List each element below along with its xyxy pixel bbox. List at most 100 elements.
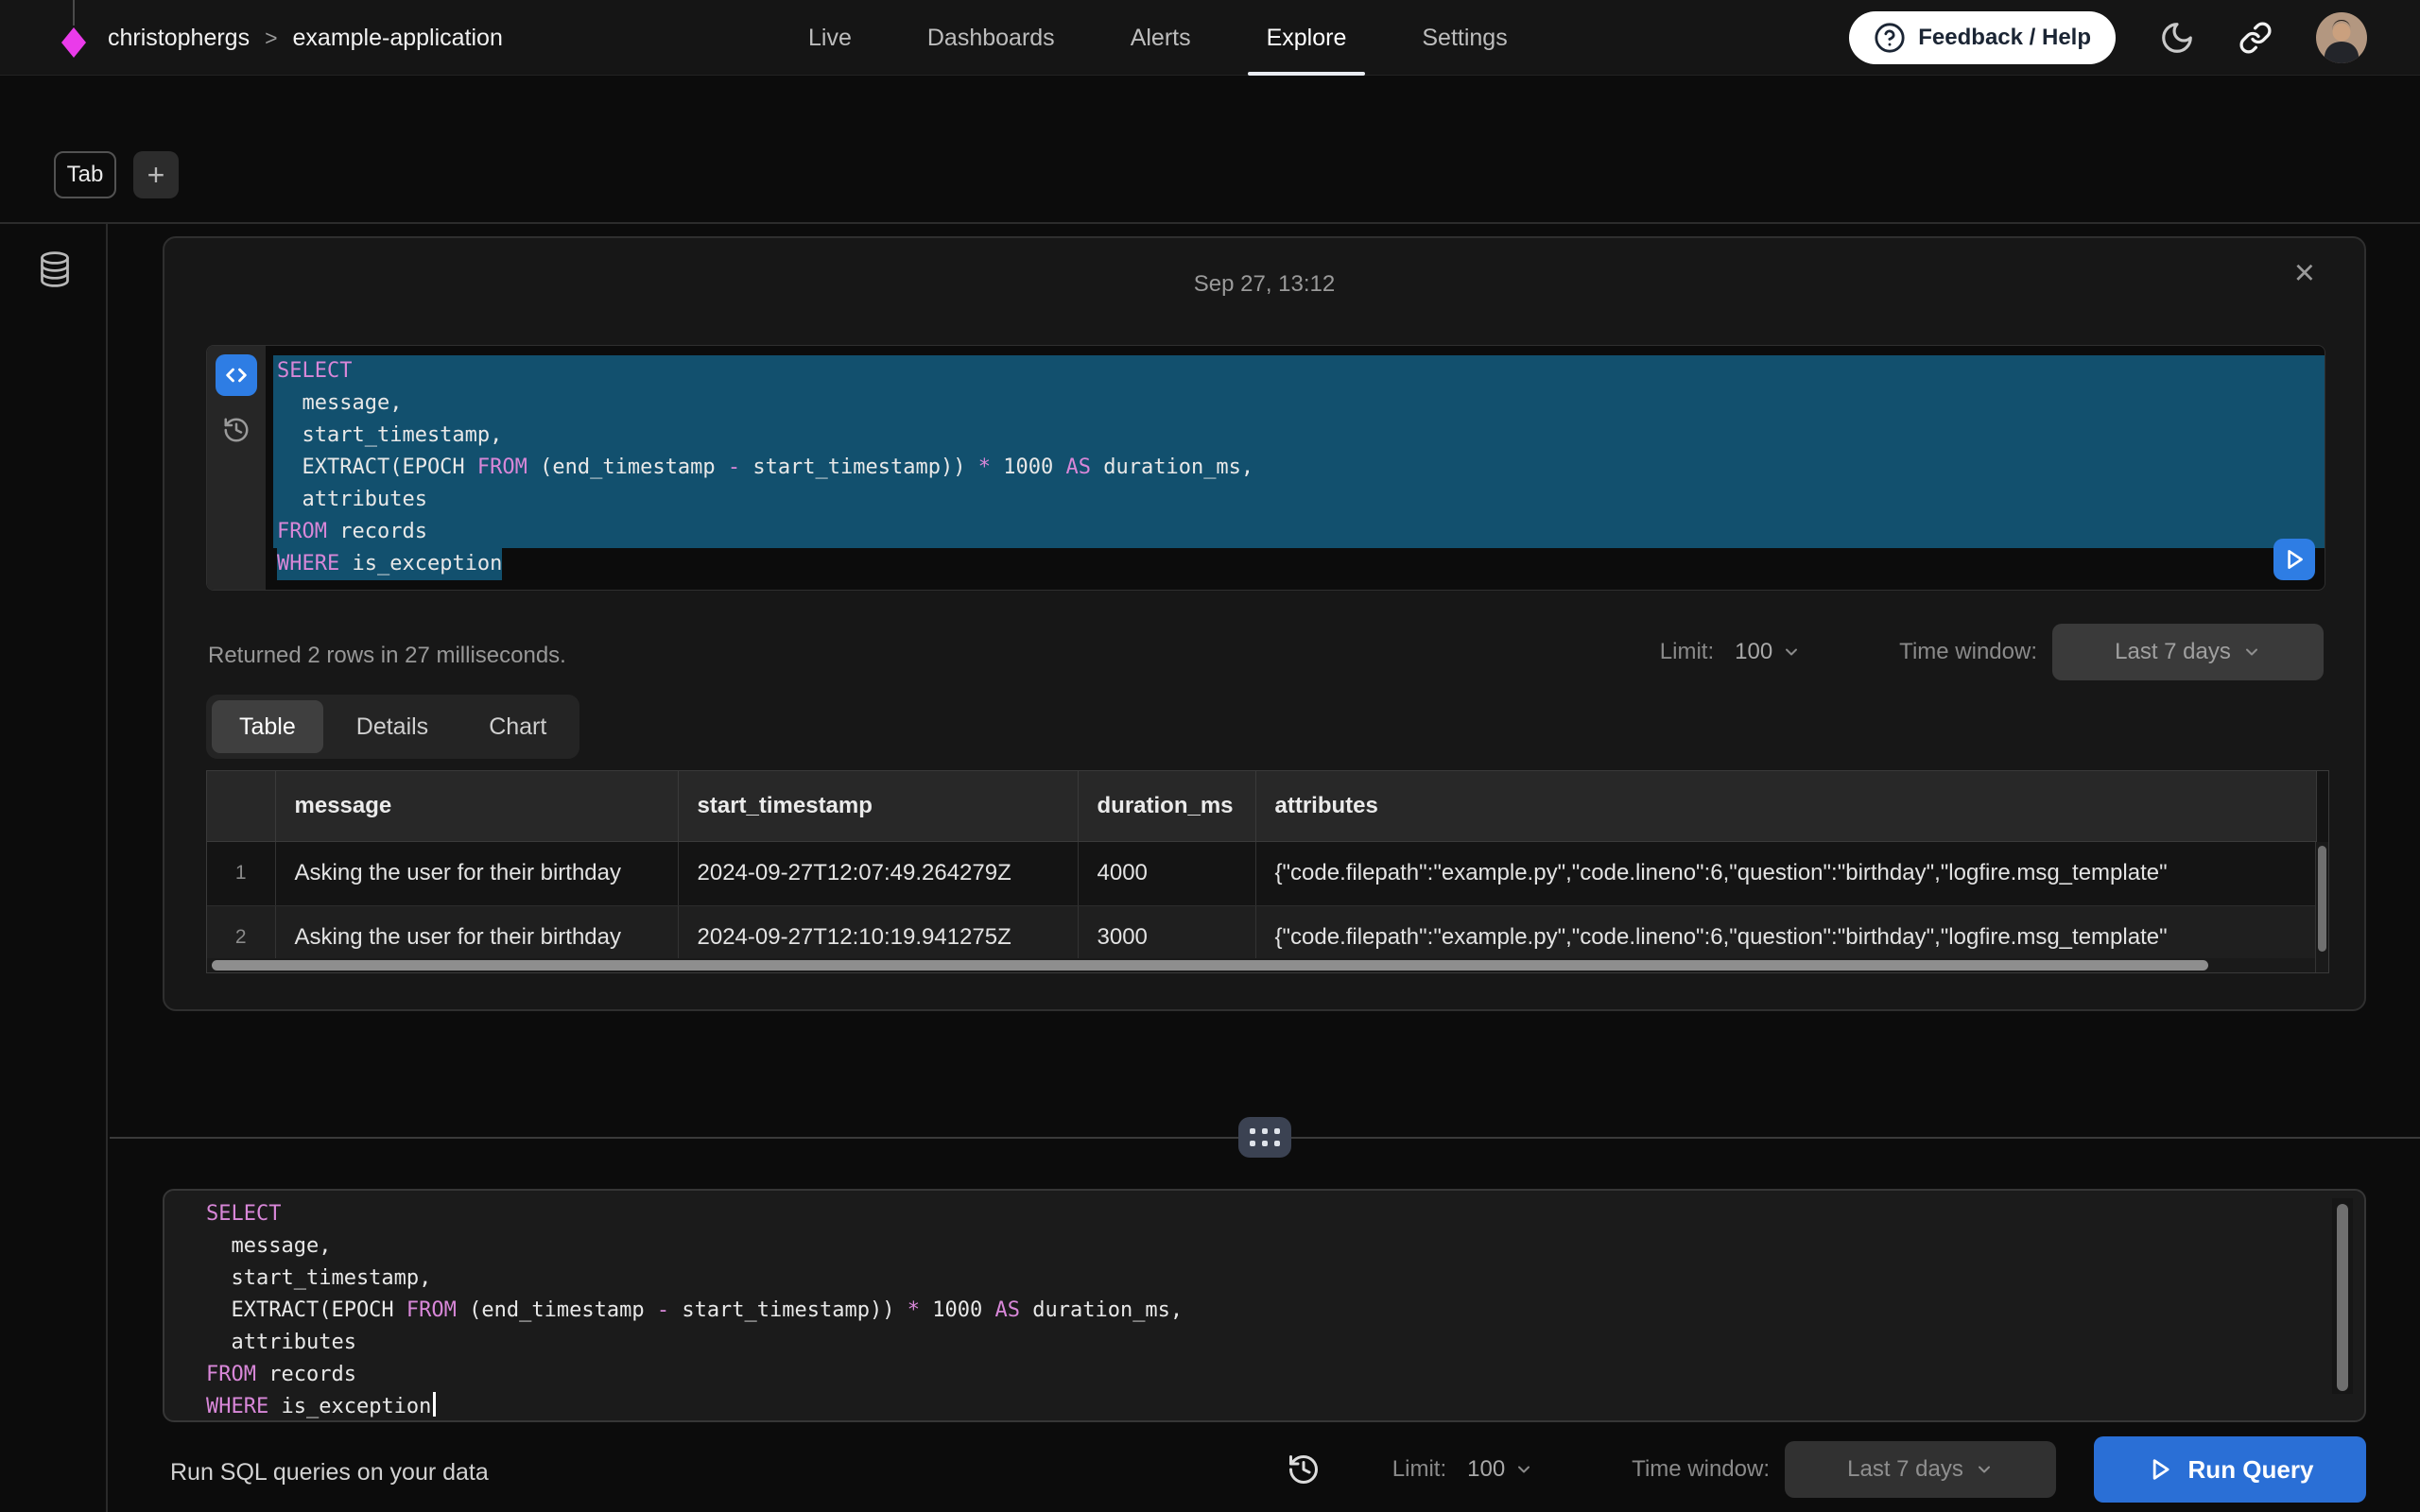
split-drag-handle[interactable]	[1238, 1117, 1291, 1158]
results-table: messagestart_timestampduration_msattribu…	[207, 771, 2317, 971]
logfire-logo-icon[interactable]	[59, 0, 89, 76]
limit-label: Limit:	[1660, 639, 1714, 665]
nav-item-explore[interactable]: Explore	[1267, 0, 1347, 76]
logo-line	[73, 0, 75, 26]
top-nav: christophergs > example-application Live…	[0, 0, 2420, 76]
code-line: FROM records	[273, 516, 2325, 548]
nav-right-group: Feedback / Help	[1849, 0, 2367, 76]
nav-item-dashboards[interactable]: Dashboards	[927, 0, 1055, 76]
code-line: SELECT	[273, 355, 2325, 387]
limit-label: Limit:	[1392, 1456, 1446, 1483]
table-horizontal-scrollbar-thumb[interactable]	[212, 960, 2208, 971]
code-line: FROM records	[202, 1359, 2298, 1391]
sql-editor-code[interactable]: SELECT message, start_timestamp, EXTRACT…	[202, 1198, 2298, 1423]
limit-select[interactable]: 100	[1735, 639, 1801, 665]
code-line: attributes	[273, 484, 2325, 516]
editor-vertical-scrollbar-thumb[interactable]	[2337, 1204, 2348, 1391]
editor-vertical-scrollbar[interactable]	[2332, 1198, 2353, 1394]
result-controls: Limit: 100 Time window: Last 7 days	[1660, 624, 2324, 680]
nav-item-alerts[interactable]: Alerts	[1131, 0, 1191, 76]
run-query-label: Run Query	[2188, 1455, 2314, 1485]
feedback-help-label: Feedback / Help	[1918, 25, 2091, 51]
results-table-container: messagestart_timestampduration_msattribu…	[206, 770, 2329, 973]
chevron-down-icon	[1514, 1460, 1533, 1479]
app-screen: christophergs > example-application Live…	[0, 0, 2420, 1512]
run-query-button[interactable]: Run Query	[2094, 1436, 2366, 1503]
rerun-query-button[interactable]	[2273, 539, 2315, 580]
cell-start_timestamp: 2024-09-27T12:07:49.264279Z	[678, 841, 1078, 905]
table-header-row: messagestart_timestampduration_msattribu…	[207, 771, 2317, 841]
share-link-button[interactable]	[2238, 21, 2273, 55]
left-sidebar	[0, 224, 108, 1512]
limit-value: 100	[1467, 1456, 1505, 1483]
table-vertical-scrollbar-thumb[interactable]	[2318, 846, 2326, 952]
breadcrumb-project[interactable]: example-application	[293, 25, 503, 52]
executed-query-block[interactable]: SELECT message, start_timestamp, EXTRACT…	[206, 345, 2325, 591]
query-timestamp: Sep 27, 13:12	[164, 271, 2364, 298]
query-history-button[interactable]	[1287, 1452, 1321, 1486]
row-number: 1	[207, 841, 275, 905]
cell-attributes: {"code.filepath":"example.py","code.line…	[1255, 841, 2317, 905]
table-body: 1Asking the user for their birthday2024-…	[207, 841, 2317, 970]
column-header-attributes: attributes	[1255, 771, 2317, 841]
help-circle-icon	[1874, 22, 1906, 54]
play-icon	[2147, 1456, 2173, 1483]
code-line: EXTRACT(EPOCH FROM (end_timestamp - star…	[202, 1295, 2298, 1327]
footer-controls: Limit: 100 Time window: Last 7 days Run …	[1287, 1435, 2366, 1504]
close-result-button[interactable]: ×	[2294, 255, 2315, 291]
column-header-start_timestamp: start_timestamp	[678, 771, 1078, 841]
theme-toggle-button[interactable]	[2159, 20, 2195, 56]
breadcrumb-separator: >	[250, 26, 292, 51]
code-line: EXTRACT(EPOCH FROM (end_timestamp - star…	[273, 452, 2325, 484]
limit-value: 100	[1735, 639, 1772, 665]
view-tab-chart[interactable]: Chart	[461, 700, 574, 753]
code-line: attributes	[202, 1327, 2298, 1359]
chevron-down-icon	[2242, 643, 2261, 662]
editor-hint: Run SQL queries on your data	[170, 1459, 489, 1486]
code-line: WHERE is_exception	[202, 1391, 2298, 1423]
add-tab-button[interactable]: +	[133, 151, 179, 198]
limit-select[interactable]: 100	[1467, 1456, 1533, 1483]
nav-item-settings[interactable]: Settings	[1422, 0, 1507, 76]
history-icon	[1287, 1452, 1321, 1486]
code-line: start_timestamp,	[202, 1263, 2298, 1295]
breadcrumb: christophergs > example-application	[59, 0, 503, 76]
table-vertical-scrollbar[interactable]	[2315, 842, 2328, 972]
query-gutter	[207, 346, 266, 590]
chevron-down-icon	[1975, 1460, 1994, 1479]
code-snippet-button[interactable]	[216, 354, 257, 396]
view-tab-table[interactable]: Table	[212, 700, 323, 753]
code-line: start_timestamp,	[273, 420, 2325, 452]
selected-text: WHERE is_exception	[277, 548, 502, 580]
row-number-header	[207, 771, 275, 841]
time-window-label: Time window:	[1632, 1456, 1770, 1483]
code-line: message,	[273, 387, 2325, 420]
drag-dot	[1250, 1141, 1255, 1146]
table-row[interactable]: 1Asking the user for their birthday2024-…	[207, 841, 2317, 905]
query-history-button[interactable]	[222, 416, 251, 444]
schema-browser-button[interactable]	[38, 250, 72, 288]
primary-nav: Live Dashboards Alerts Explore Settings	[808, 0, 1508, 76]
play-icon	[2282, 547, 2307, 572]
nav-item-live[interactable]: Live	[808, 0, 852, 76]
time-window-select[interactable]: Last 7 days	[1785, 1441, 2056, 1498]
column-header-message: message	[275, 771, 678, 841]
query-tab[interactable]: Tab	[54, 151, 116, 198]
view-tab-details[interactable]: Details	[329, 700, 456, 753]
breadcrumb-org[interactable]: christophergs	[108, 25, 250, 52]
executed-sql-code: SELECT message, start_timestamp, EXTRACT…	[266, 346, 2325, 590]
feedback-help-button[interactable]: Feedback / Help	[1849, 11, 2116, 64]
drag-dot	[1262, 1128, 1268, 1134]
time-window-value: Last 7 days	[2115, 639, 2231, 665]
query-result-card: Sep 27, 13:12 ×	[163, 236, 2366, 1011]
code-line: SELECT	[202, 1198, 2298, 1230]
column-header-duration_ms: duration_ms	[1078, 771, 1255, 841]
sql-editor[interactable]: SELECT message, start_timestamp, EXTRACT…	[163, 1189, 2366, 1422]
user-avatar[interactable]	[2316, 12, 2367, 63]
time-window-value: Last 7 days	[1847, 1456, 1963, 1483]
cell-duration_ms: 4000	[1078, 841, 1255, 905]
time-window-select[interactable]: Last 7 days	[2052, 624, 2324, 680]
link-icon	[2238, 21, 2273, 55]
text-cursor	[433, 1392, 436, 1417]
table-horizontal-scrollbar[interactable]	[207, 958, 2315, 972]
